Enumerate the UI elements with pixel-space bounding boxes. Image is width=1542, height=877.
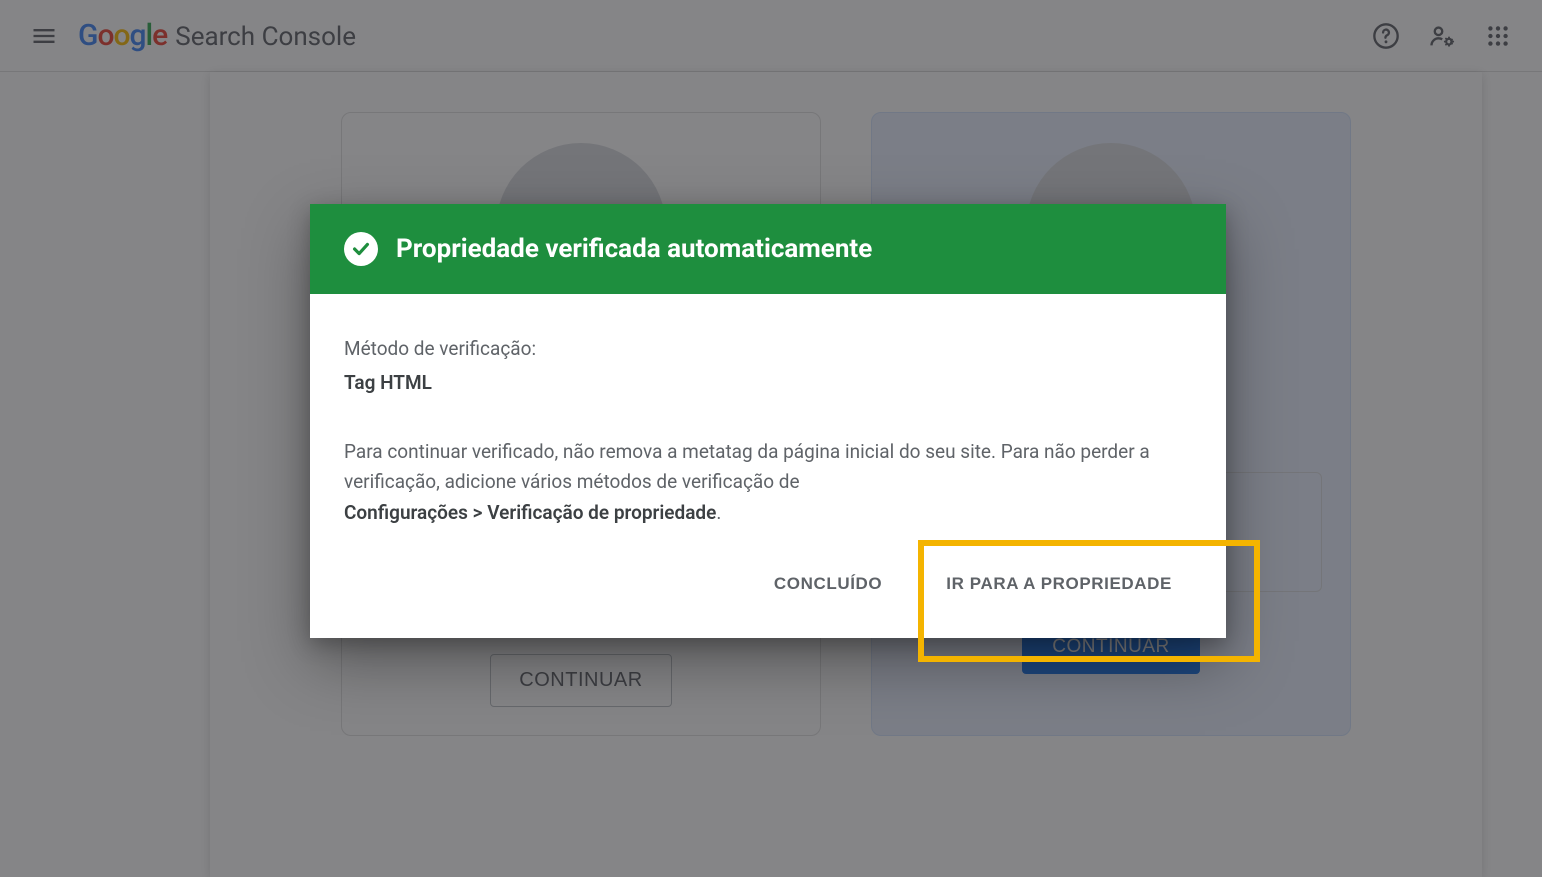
modal-header: Propriedade verificada automaticamente (310, 204, 1226, 294)
verification-modal: Propriedade verificada automaticamente M… (310, 204, 1226, 638)
verification-method-value: Tag HTML (344, 368, 1192, 398)
modal-body: Método de verificação: Tag HTML Para con… (310, 294, 1226, 556)
checkmark-icon (344, 232, 378, 266)
modal-paragraph-strong: Configurações > Verificação de proprieda… (344, 501, 716, 524)
modal-paragraph-pre: Para continuar verificado, não remova a … (344, 440, 1150, 493)
modal-paragraph-post: . (716, 501, 721, 524)
modal-paragraph: Para continuar verificado, não remova a … (344, 437, 1192, 528)
go-to-property-button[interactable]: IR PARA A PROPRIEDADE (924, 560, 1194, 608)
modal-actions: CONCLUÍDO IR PARA A PROPRIEDADE (310, 556, 1226, 638)
verification-method-label: Método de verificação: (344, 334, 1192, 364)
modal-title: Propriedade verificada automaticamente (396, 234, 872, 264)
done-button[interactable]: CONCLUÍDO (752, 560, 904, 608)
